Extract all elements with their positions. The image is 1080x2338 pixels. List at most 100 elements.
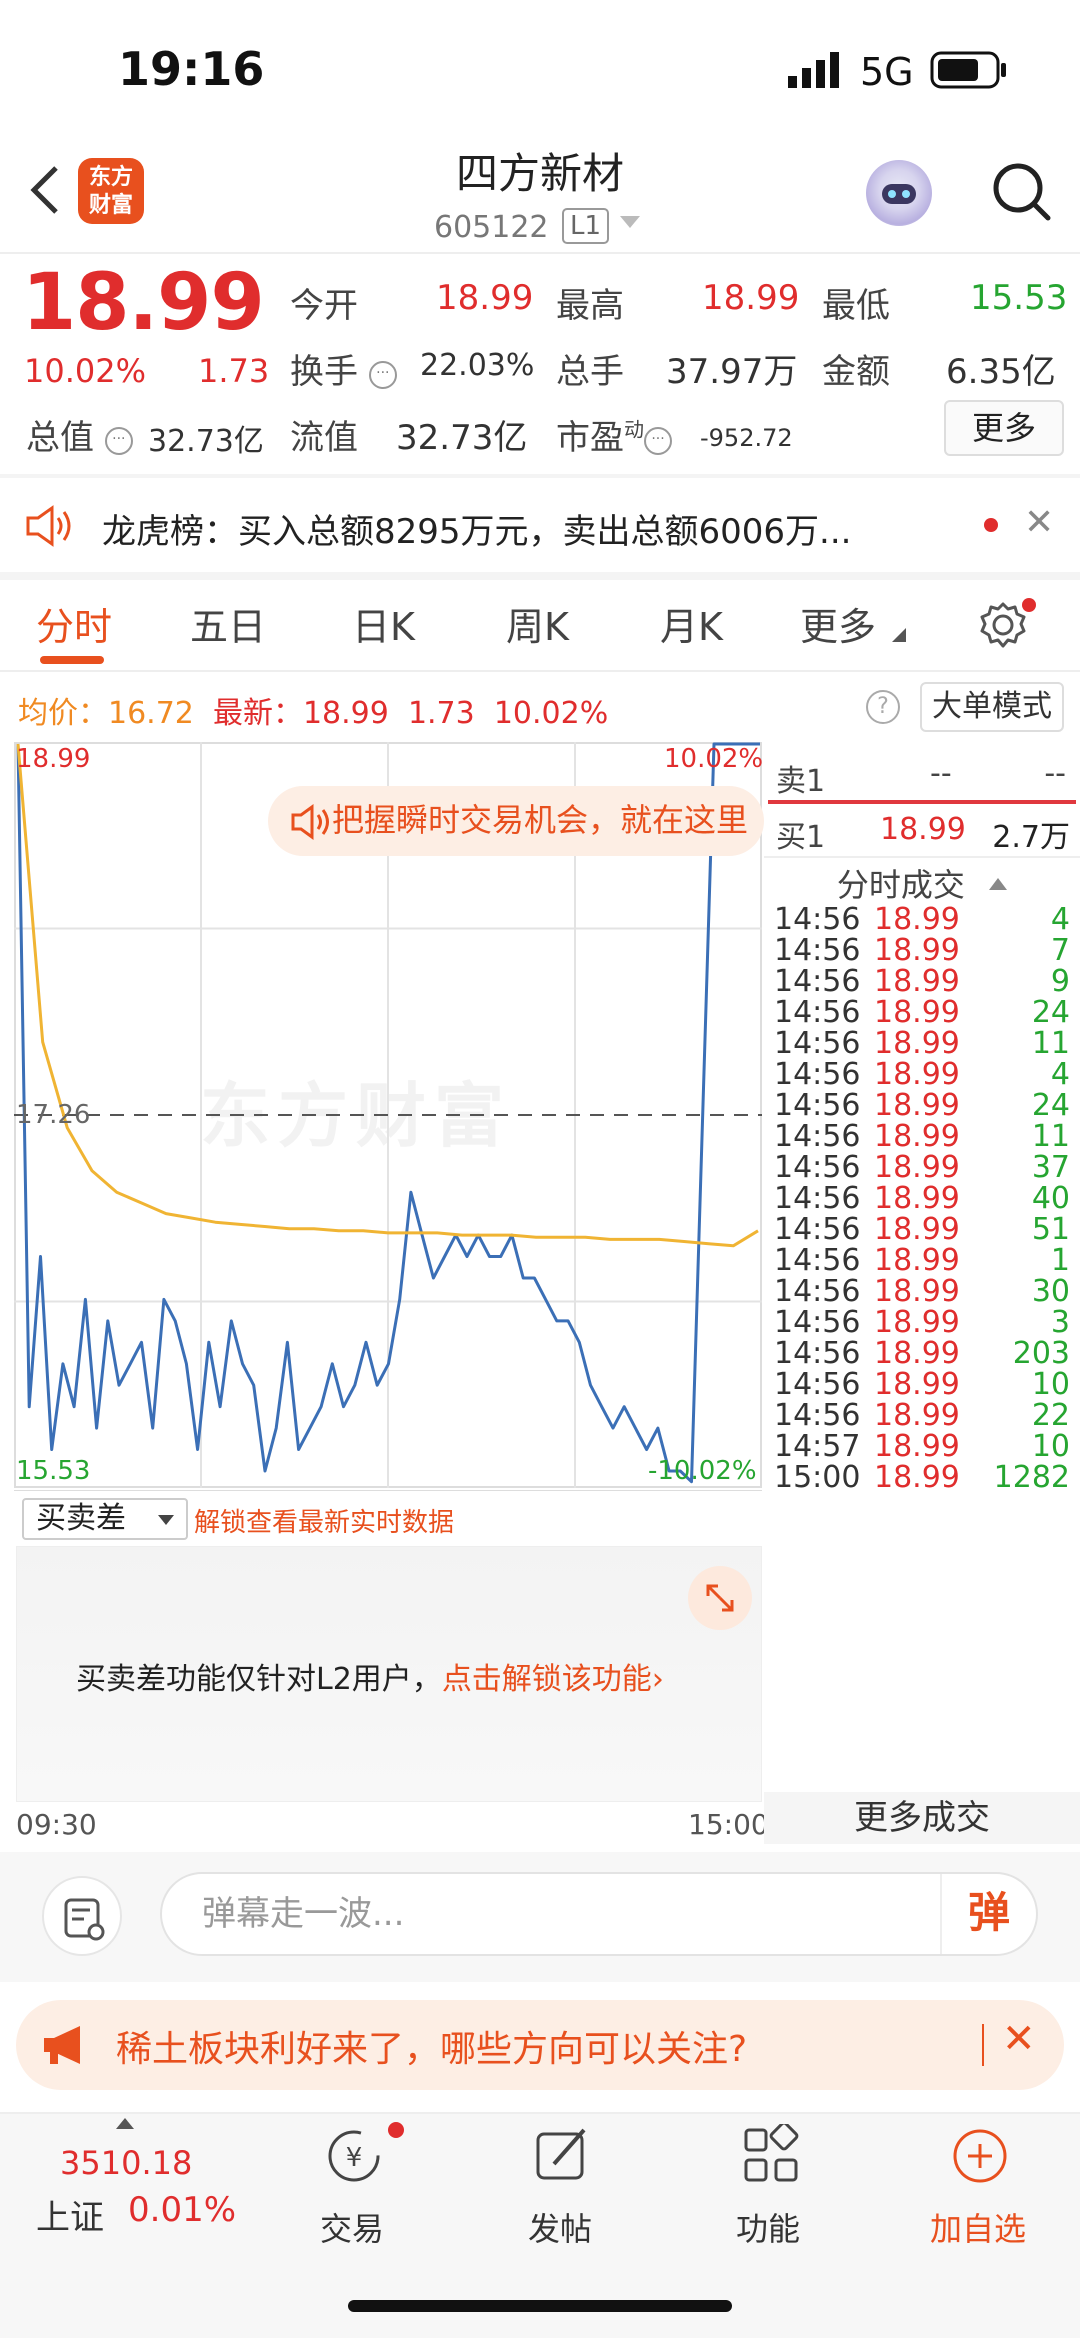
chevron-right-icon[interactable]: › — [652, 1662, 664, 1697]
robot-assistant-icon[interactable] — [866, 160, 932, 226]
trade-vol: 10 — [1031, 1429, 1070, 1464]
trade-price: 18.99 — [874, 1460, 960, 1495]
notice-text[interactable]: 稀土板块利好来了，哪些方向可以关注? — [116, 2020, 747, 2072]
trade-time: 14:56 — [774, 1150, 861, 1185]
avg-value: 16.72 — [108, 696, 194, 731]
trades-title-row[interactable]: 分时成交 — [764, 860, 1080, 906]
info-icon[interactable]: ··· — [368, 361, 397, 389]
spread-divider — [768, 800, 1076, 804]
nav-functions[interactable]: 功能 — [698, 2204, 838, 2250]
trade-vol: 7 — [1050, 933, 1070, 968]
diff-message: 买卖差功能仅针对L2用户，点击解锁该功能› — [76, 1654, 664, 1698]
expand-icon[interactable] — [688, 1566, 752, 1630]
sell1-label: 卖1 — [776, 764, 826, 799]
trade-price: 18.99 — [874, 1057, 960, 1092]
index-value[interactable]: 3510.18 — [60, 2144, 192, 2182]
chevron-up-icon[interactable] — [116, 2118, 134, 2129]
danmu-input[interactable]: 弹幕走一波... — [160, 1872, 1038, 1956]
info-icon[interactable]: ··· — [644, 427, 672, 455]
price-change: 1.73 — [198, 352, 270, 390]
edit-icon[interactable] — [530, 2124, 594, 2188]
close-icon[interactable]: ✕ — [1002, 2016, 1036, 2062]
trade-time: 14:57 — [774, 1429, 861, 1464]
separator — [982, 2024, 984, 2066]
trade-time: 14:56 — [774, 964, 861, 999]
caret-icon — [892, 628, 906, 642]
divider — [14, 1490, 762, 1491]
tab-fenshi[interactable]: 分时 — [36, 596, 112, 651]
trade-time: 14:56 — [774, 1212, 861, 1247]
trade-price: 18.99 — [874, 1212, 960, 1247]
trade-vol: 24 — [1031, 1088, 1070, 1123]
nav-add-watchlist[interactable]: 加自选 — [908, 2204, 1048, 2250]
trade-price: 18.99 — [874, 995, 960, 1030]
turnover-label-text: 换手 — [290, 352, 358, 392]
last-change: 1.73 — [407, 696, 475, 731]
trade-time: 14:56 — [774, 1181, 861, 1216]
status-time: 19:16 — [118, 42, 265, 96]
tab-monthly-k[interactable]: 月K — [660, 596, 723, 651]
mktcap-label: 总值 ··· — [26, 410, 133, 459]
sell1-price: -- — [930, 756, 952, 791]
trade-vol: 40 — [1031, 1181, 1070, 1216]
trade-price: 18.99 — [874, 1026, 960, 1061]
trade-vol: 37 — [1031, 1150, 1070, 1185]
battery-icon — [930, 51, 1006, 89]
danmu-settings-button[interactable] — [42, 1876, 122, 1956]
trade-time: 14:56 — [774, 1243, 861, 1278]
nav-trade[interactable]: 交易 — [282, 2204, 422, 2250]
diff-unlock-link[interactable]: 解锁查看最新实时数据 — [194, 1502, 454, 1539]
more-trades-button[interactable]: 更多成交 — [764, 1792, 1080, 1844]
volume-label: 总手 — [556, 352, 624, 392]
trade-icon[interactable]: ¥ — [320, 2124, 388, 2188]
chevron-up-icon — [989, 878, 1008, 890]
trade-price: 18.99 — [874, 902, 960, 937]
amount-value: 6.35亿 — [946, 352, 1056, 392]
divider — [764, 856, 1080, 858]
lhb-text[interactable]: 龙虎榜：买入总额8295万元，卖出总额6006万... — [102, 504, 851, 553]
high-value: 18.99 — [702, 278, 800, 318]
chevron-down-icon[interactable] — [620, 216, 640, 228]
stock-code: 605122 — [434, 210, 549, 245]
promo-banner[interactable]: 把握瞬时交易机会，就在这里 — [268, 786, 764, 856]
top-pct-label: 10.02% — [664, 744, 764, 774]
close-icon[interactable]: ✕ — [1024, 502, 1054, 543]
volume-value: 37.97万 — [666, 352, 798, 392]
search-icon[interactable] — [988, 158, 1054, 224]
big-order-mode-button[interactable]: 大单模式 — [920, 682, 1064, 732]
tab-daily-k[interactable]: 日K — [352, 596, 415, 651]
add-icon[interactable] — [948, 2124, 1012, 2188]
info-icon[interactable]: ··· — [104, 427, 133, 455]
tab-more[interactable]: 更多 — [800, 596, 876, 651]
danmu-send-button[interactable]: 弹 — [940, 1874, 1036, 1954]
trade-vol: 4 — [1050, 1057, 1070, 1092]
trade-vol: 30 — [1031, 1274, 1070, 1309]
trade-time: 14:56 — [774, 1398, 861, 1433]
trade-vol: 10 — [1031, 1367, 1070, 1402]
nav-post[interactable]: 发帖 — [490, 2204, 630, 2250]
diff-select[interactable]: 买卖差 — [22, 1498, 188, 1540]
last-value: 18.99 — [302, 696, 389, 731]
chevron-down-icon — [158, 1515, 174, 1525]
avg-label: 均价： — [18, 696, 108, 731]
help-icon[interactable]: ? — [866, 690, 900, 724]
trade-time: 14:56 — [774, 933, 861, 968]
level-badge[interactable]: L1 — [562, 208, 610, 244]
tab-five-day[interactable]: 五日 — [190, 596, 266, 651]
diff-unlock-button[interactable]: 点击解锁该功能 — [442, 1662, 652, 1697]
pe-value: -952.72 — [700, 424, 793, 452]
trade-time: 14:56 — [774, 1336, 861, 1371]
trade-vol: 3 — [1050, 1305, 1070, 1340]
index-name[interactable]: 上证 — [36, 2190, 104, 2239]
more-quote-button[interactable]: 更多 — [944, 400, 1064, 456]
index-pct[interactable]: 0.01% — [128, 2190, 236, 2230]
buy1-label: 买1 — [776, 820, 826, 855]
gear-icon[interactable] — [978, 600, 1028, 650]
trade-time: 14:56 — [774, 995, 861, 1030]
trade-vol: 1 — [1050, 1243, 1070, 1278]
notification-dot — [1022, 598, 1036, 612]
time-start: 09:30 — [16, 1808, 97, 1841]
open-label: 今开 — [290, 286, 358, 326]
tab-weekly-k[interactable]: 周K — [506, 596, 569, 651]
grid-icon[interactable] — [740, 2124, 804, 2188]
